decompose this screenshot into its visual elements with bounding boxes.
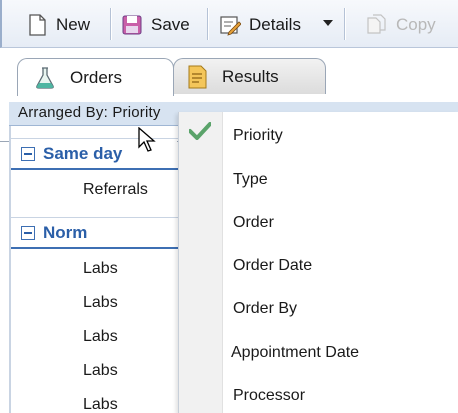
tab-orders[interactable]: Orders: [17, 58, 174, 96]
tab-results-label: Results: [222, 66, 279, 86]
group-title: Same day: [43, 143, 123, 163]
collapse-icon[interactable]: [21, 146, 35, 161]
dropdown-arrow-icon[interactable]: [323, 20, 333, 28]
copy-label: Copy: [396, 15, 436, 34]
menu-item-priority[interactable]: Priority: [223, 114, 458, 158]
flask-icon: [36, 66, 54, 89]
tab-bar: Orders Results: [0, 48, 458, 142]
tab-orders-label: Orders: [70, 67, 122, 87]
list-item[interactable]: Labs: [83, 286, 118, 320]
toolbar: New Save Details Copy: [0, 0, 458, 48]
menu-item-order[interactable]: Order: [223, 201, 458, 245]
list-item[interactable]: Referrals: [83, 173, 148, 207]
new-button[interactable]: New: [26, 8, 90, 42]
document-icon: [188, 65, 207, 88]
toolbar-separator: [207, 8, 208, 40]
copy-button[interactable]: Copy: [366, 8, 436, 42]
arranged-by-label: Arranged By: Priority: [18, 104, 161, 121]
details-button[interactable]: Details: [219, 8, 301, 42]
toolbar-separator: [110, 8, 111, 40]
toolbar-separator: [344, 8, 345, 40]
new-document-icon: [29, 14, 46, 36]
menu-item-type[interactable]: Type: [223, 158, 458, 202]
details-label: Details: [249, 15, 301, 34]
menu-item-appointment-date[interactable]: Appointment Date: [223, 331, 458, 375]
collapse-icon[interactable]: [21, 225, 35, 240]
check-icon: [189, 122, 211, 140]
list-item[interactable]: Labs: [83, 388, 118, 413]
arrange-by-menu: Priority Type Order Order Date Order By …: [178, 112, 458, 413]
group-header-norm[interactable]: Norm: [11, 217, 179, 249]
new-label: New: [56, 15, 91, 34]
list-item[interactable]: Labs: [83, 320, 118, 354]
save-button[interactable]: Save: [121, 8, 190, 42]
menu-item-processor[interactable]: Processor: [223, 374, 458, 413]
save-label: Save: [151, 15, 190, 34]
group-title: Norm: [43, 222, 88, 242]
menu-gutter: [179, 112, 223, 413]
list-item[interactable]: Labs: [83, 252, 118, 286]
save-disk-icon: [122, 15, 142, 35]
copy-icon: [367, 14, 386, 34]
menu-item-order-by[interactable]: Order By: [223, 287, 458, 331]
menu-item-order-date[interactable]: Order Date: [223, 244, 458, 288]
mouse-cursor-icon: [138, 127, 156, 152]
order-list: Same day Referrals Norm Labs Labs Labs L…: [9, 126, 179, 413]
details-pencil-icon: [220, 16, 241, 36]
tab-results[interactable]: Results: [173, 58, 326, 94]
list-item[interactable]: Labs: [83, 354, 118, 388]
